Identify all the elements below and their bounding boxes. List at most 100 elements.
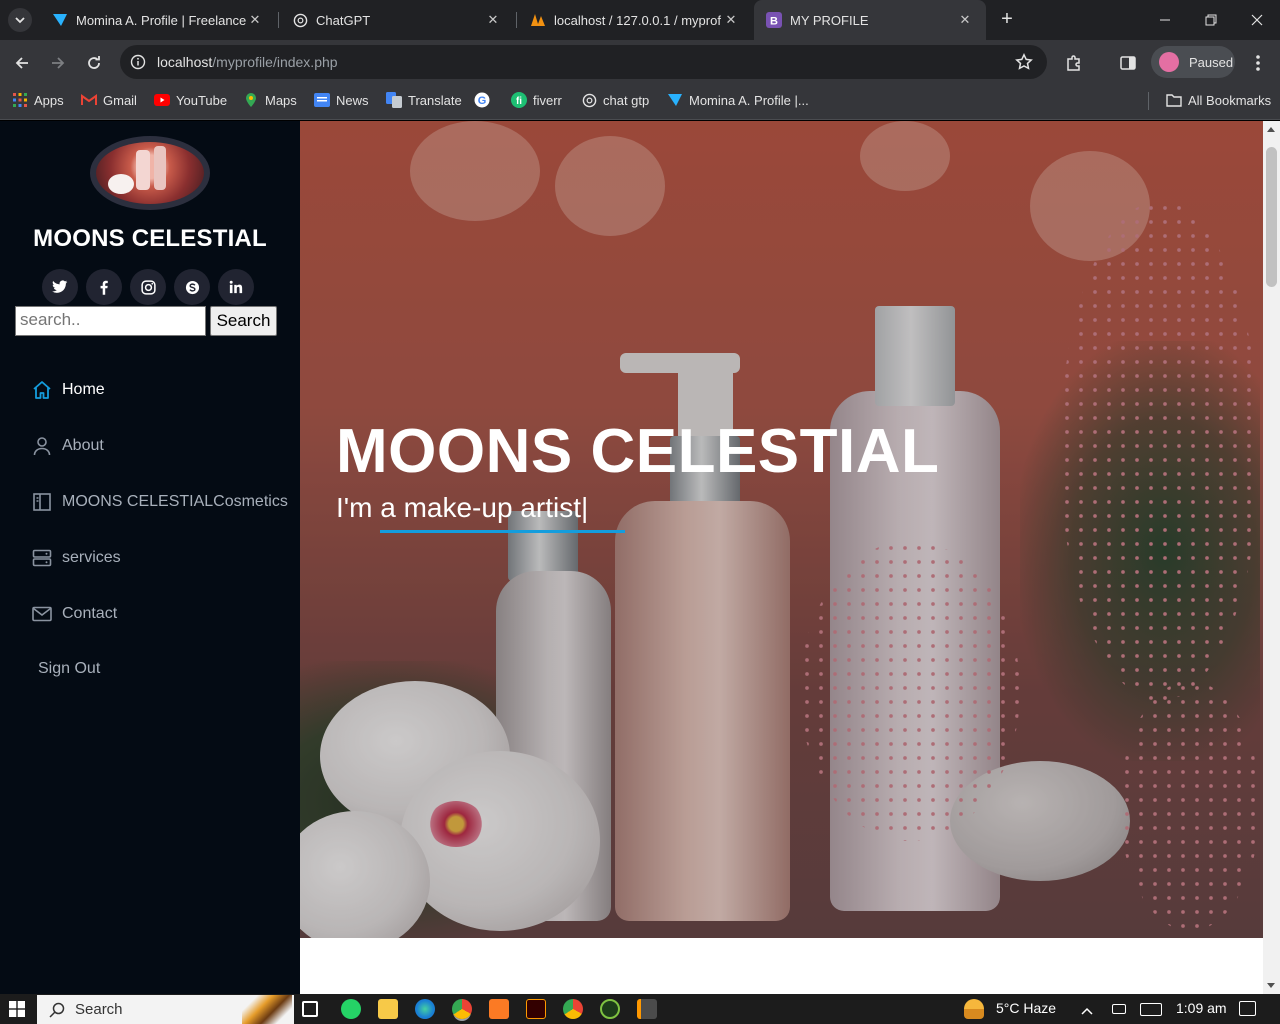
forward-button[interactable] <box>46 51 70 75</box>
bookmark-google[interactable]: G <box>474 86 496 114</box>
server-icon <box>30 546 54 570</box>
chevron-up-icon[interactable] <box>1081 1003 1093 1021</box>
scrollbar-thumb[interactable] <box>1266 147 1277 287</box>
avatar <box>1159 52 1179 72</box>
back-button[interactable] <box>10 51 34 75</box>
bookmark-star-icon[interactable] <box>1015 53 1033 71</box>
tab-title: localhost / 127.0.0.1 / myprof / <box>554 12 722 28</box>
bookmark-freelancer[interactable]: Momina A. Profile |... <box>667 86 809 114</box>
bookmark-label: YouTube <box>176 92 228 108</box>
social-instagram[interactable] <box>130 269 166 305</box>
site-info-icon[interactable] <box>130 54 146 70</box>
extensions-button[interactable] <box>1062 51 1086 75</box>
arrow-left-icon <box>15 57 28 69</box>
nav-contact[interactable]: Contact <box>30 599 117 629</box>
close-tab-icon[interactable]: ✕ <box>246 12 264 28</box>
scroll-up-arrow-icon[interactable] <box>1267 127 1275 132</box>
social-twitter[interactable] <box>42 269 78 305</box>
freelancer-icon <box>52 12 68 28</box>
profile-button[interactable]: Paused <box>1151 46 1235 78</box>
twitter-icon <box>52 280 68 293</box>
tab-chatgpt[interactable]: ChatGPT ✕ <box>280 0 514 40</box>
bookmark-gmail[interactable]: Gmail <box>81 86 137 114</box>
tab-title: MY PROFILE <box>790 12 869 28</box>
weather-text[interactable]: 5°C Haze <box>996 1000 1056 1016</box>
tab-my-profile[interactable]: B MY PROFILE ✕ <box>754 0 986 40</box>
task-view-icon[interactable] <box>302 1001 318 1017</box>
user-icon <box>30 434 54 458</box>
bookmark-maps[interactable]: Maps <box>243 86 297 114</box>
youtube-icon <box>154 92 170 108</box>
tab-phpmyadmin[interactable]: localhost / 127.0.0.1 / myprof / ✕ <box>518 0 752 40</box>
logo-flower <box>108 174 134 194</box>
logo <box>90 136 210 210</box>
reload-button[interactable] <box>82 51 106 75</box>
side-panel-icon <box>1120 56 1136 70</box>
edge-icon[interactable] <box>415 999 435 1019</box>
sublime-icon[interactable] <box>637 999 657 1019</box>
new-tab-button[interactable]: + <box>996 8 1018 32</box>
keyboard-icon[interactable] <box>1140 1003 1162 1016</box>
bookmark-label: fiverr <box>533 92 562 108</box>
url-text: localhost/myprofile/index.php <box>157 54 338 70</box>
bookmark-label: Gmail <box>103 92 137 108</box>
social-skype[interactable] <box>174 269 210 305</box>
illustrator-icon[interactable] <box>526 999 546 1019</box>
xampp-icon[interactable] <box>489 999 509 1019</box>
close-tab-icon[interactable]: ✕ <box>484 12 502 28</box>
logo-bottle <box>136 150 150 190</box>
bootstrap-icon: B <box>766 12 782 28</box>
side-panel-button[interactable] <box>1116 51 1140 75</box>
chrome-profile-icon[interactable] <box>563 999 583 1019</box>
bookmark-youtube[interactable]: YouTube <box>154 86 227 114</box>
notifications-icon[interactable] <box>1239 1001 1256 1016</box>
bookmark-translate[interactable]: Translate <box>386 86 462 114</box>
close-tab-icon[interactable]: ✕ <box>722 12 740 28</box>
whatsapp-icon[interactable] <box>341 999 361 1019</box>
tab-separator <box>516 12 517 28</box>
chrome-icon[interactable] <box>452 999 472 1019</box>
minimize-icon <box>1160 19 1170 21</box>
scroll-down-arrow-icon[interactable] <box>1267 983 1275 988</box>
address-bar[interactable]: localhost/myprofile/index.php <box>120 45 1047 79</box>
typed-text-underline <box>380 530 625 533</box>
bookmark-chatgpt[interactable]: chat gtp <box>581 86 649 114</box>
search-button[interactable]: Search <box>210 306 277 336</box>
bookmark-apps[interactable]: Apps <box>12 86 64 114</box>
menu-button[interactable] <box>1246 51 1270 75</box>
start-button[interactable] <box>9 1001 25 1022</box>
battery-icon[interactable] <box>1112 1004 1126 1014</box>
social-facebook[interactable] <box>86 269 122 305</box>
sign-out-link[interactable]: Sign Out <box>38 654 100 684</box>
all-bookmarks-button[interactable]: All Bookmarks <box>1166 86 1271 114</box>
restore-button[interactable] <box>1188 0 1234 40</box>
close-window-button[interactable] <box>1234 0 1280 40</box>
close-tab-icon[interactable]: ✕ <box>956 12 974 28</box>
coreldraw-icon[interactable] <box>600 999 620 1019</box>
skype-icon <box>185 280 199 294</box>
nav-services[interactable]: services <box>30 543 121 573</box>
file-explorer-icon[interactable] <box>378 999 398 1019</box>
social-linkedin[interactable] <box>218 269 254 305</box>
taskbar-search[interactable]: Search <box>37 995 294 1024</box>
bookmark-news[interactable]: News <box>314 86 369 114</box>
maps-icon <box>243 92 259 108</box>
search-input[interactable]: search.. <box>15 306 206 336</box>
nav-about[interactable]: About <box>30 431 104 461</box>
home-icon <box>30 378 54 402</box>
minimize-button[interactable] <box>1142 0 1188 40</box>
news-icon <box>314 92 330 108</box>
tab-search-button[interactable] <box>8 8 32 32</box>
logo-bottle <box>154 146 166 190</box>
bookmark-fiverr[interactable]: fi fiverr <box>511 86 562 114</box>
clock-time[interactable]: 1:09 am <box>1176 1000 1227 1016</box>
gmail-icon <box>81 92 97 108</box>
nav-label: services <box>62 549 121 566</box>
page-scrollbar[interactable] <box>1263 121 1280 994</box>
tab-freelancer[interactable]: Momina A. Profile | Freelancer ✕ <box>40 0 276 40</box>
bookmark-label: Maps <box>265 92 297 108</box>
nav-home[interactable]: Home <box>30 375 105 405</box>
nav-label: Home <box>62 381 105 398</box>
reload-icon <box>88 56 100 69</box>
nav-cosmetics[interactable]: MOONS CELESTIALCosmetics <box>30 487 288 517</box>
